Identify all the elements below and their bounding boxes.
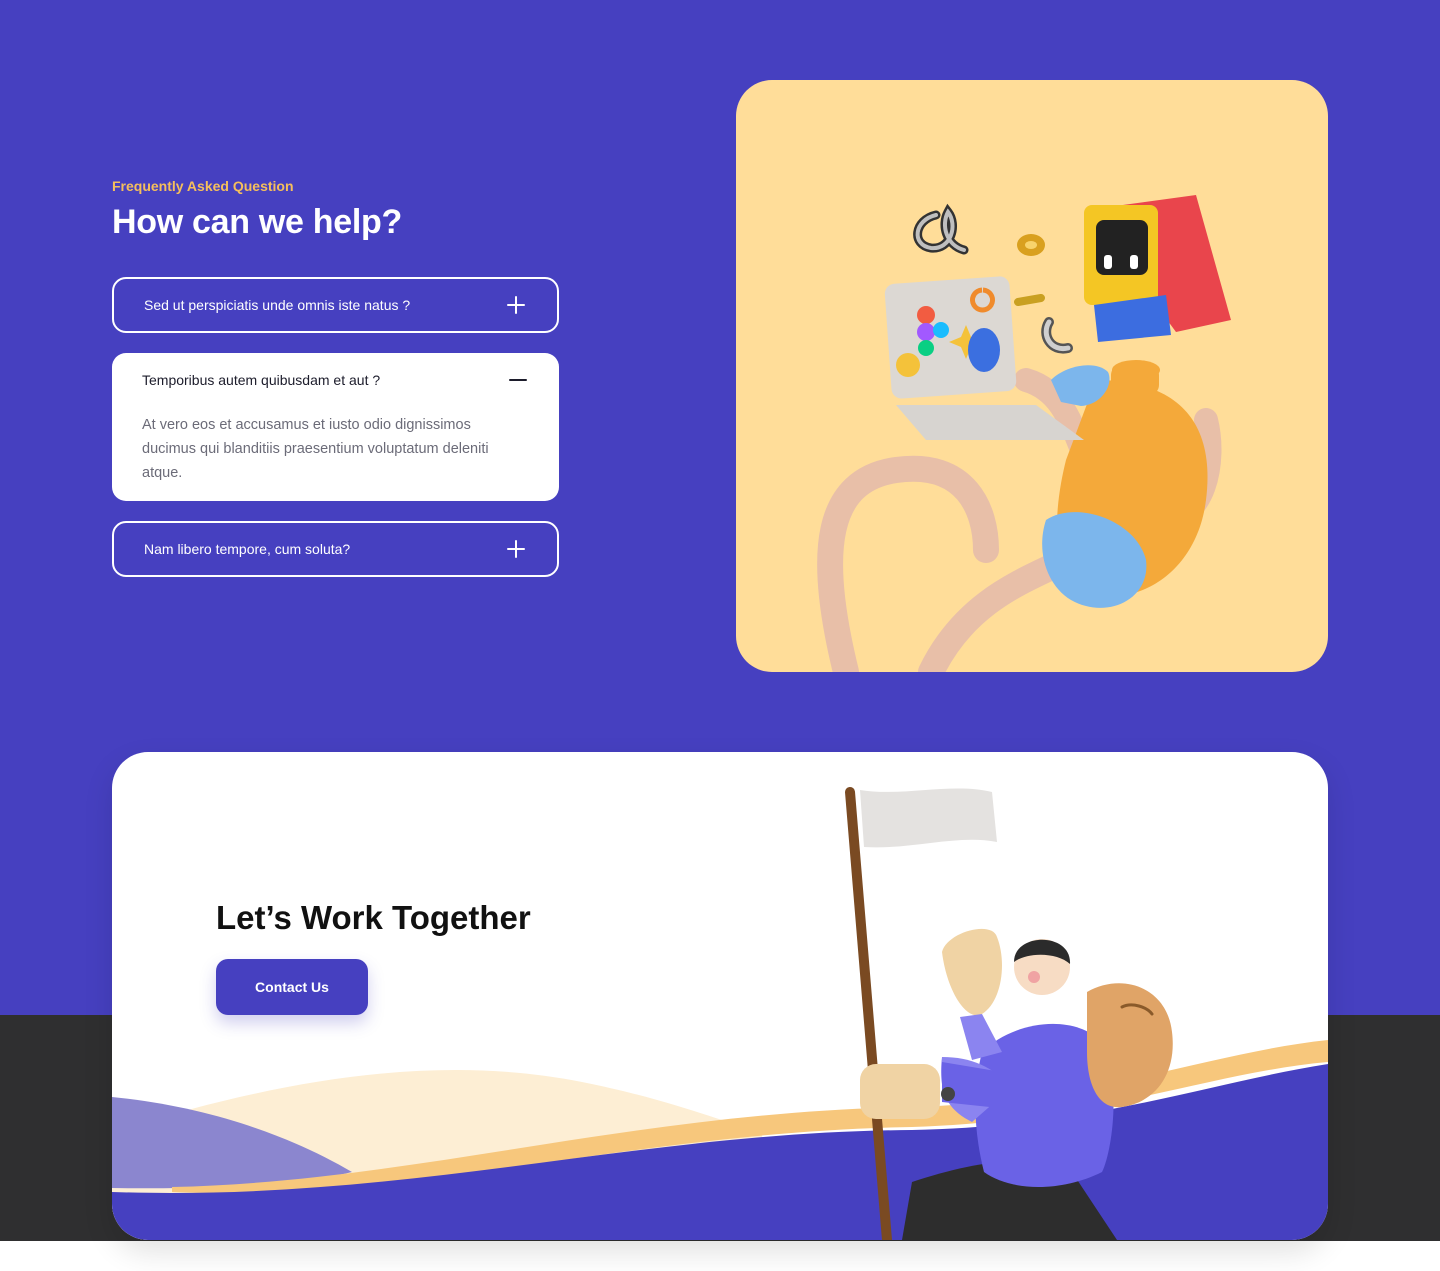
faq-question: Sed ut perspiciatis unde omnis iste natu…	[144, 297, 411, 313]
3d-character-with-laptop-illustration	[817, 195, 1231, 672]
hero-illustration-card	[736, 80, 1328, 672]
faq-headline: How can we help?	[112, 203, 402, 241]
plus-icon[interactable]	[507, 540, 525, 558]
minus-icon[interactable]	[509, 371, 527, 389]
faq-item[interactable]: Temporibus autem quibusdam et aut ? At v…	[112, 353, 559, 501]
page-bottom-strip	[0, 1241, 1440, 1271]
cta-title: Let’s Work Together	[216, 899, 531, 936]
faq-item[interactable]: Sed ut perspiciatis unde omnis iste natu…	[112, 277, 559, 333]
faq-eyebrow: Frequently Asked Question	[112, 178, 294, 194]
faq-item[interactable]: Nam libero tempore, cum soluta?	[112, 521, 559, 577]
faq-question: Nam libero tempore, cum soluta?	[144, 541, 351, 557]
faq-answer: At vero eos et accusamus et iusto odio d…	[142, 417, 489, 481]
plus-icon[interactable]	[507, 296, 525, 314]
faq-question: Temporibus autem quibusdam et aut ?	[142, 372, 381, 388]
contact-us-button[interactable]: Contact Us	[216, 959, 368, 1015]
cta-card: Let’s Work Together Contact Us	[112, 752, 1328, 1240]
